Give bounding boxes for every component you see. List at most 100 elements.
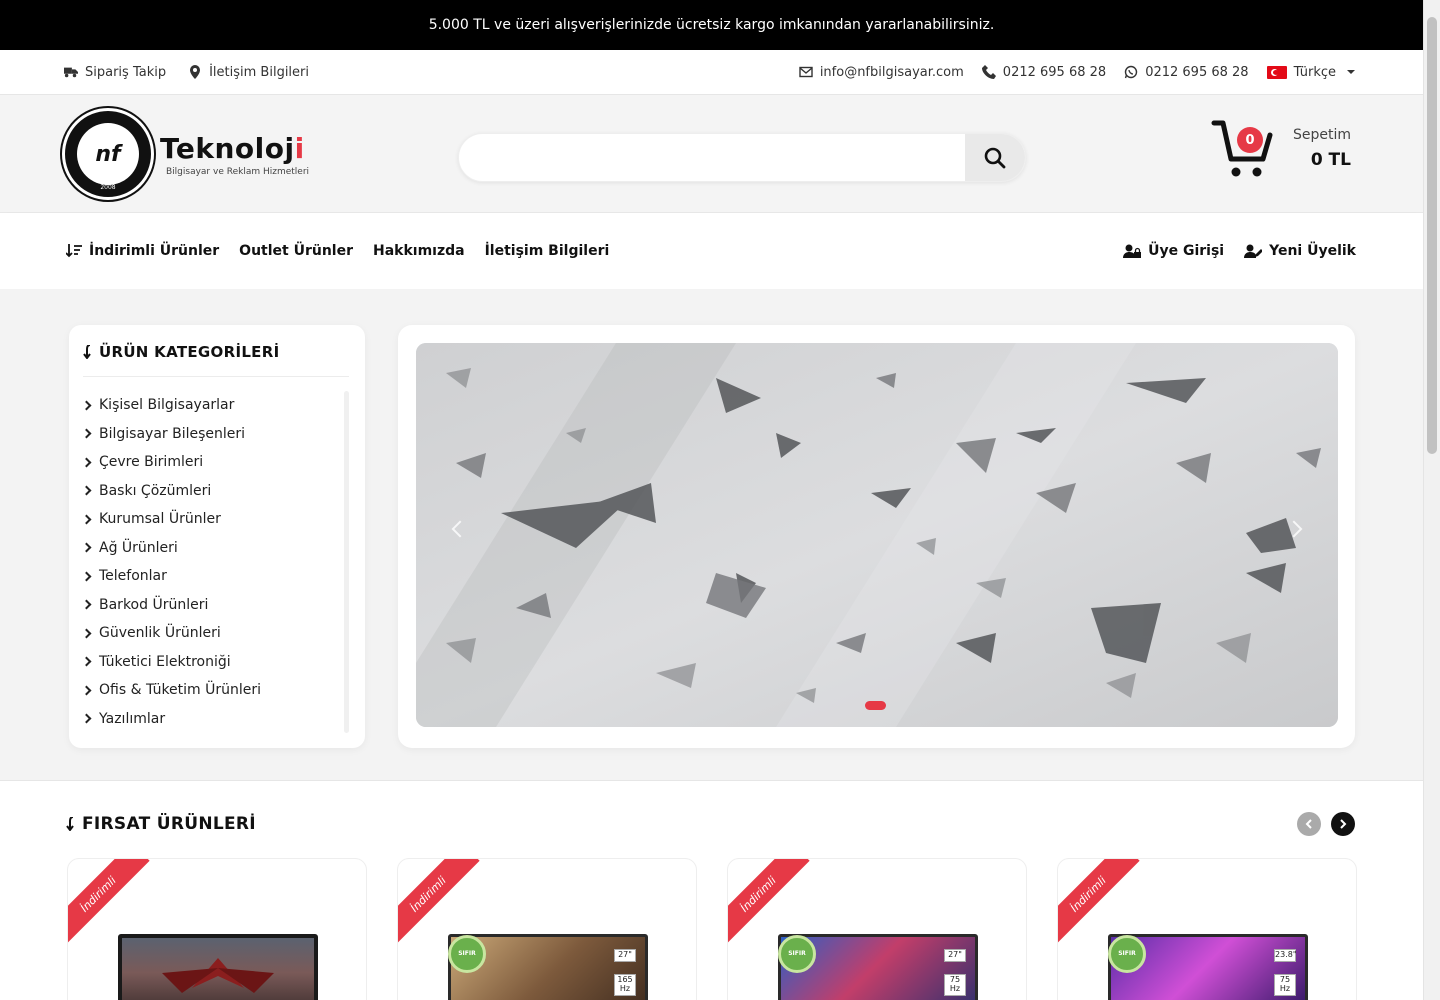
cart-widget[interactable]: 0 Sepetim 0 TL (1210, 117, 1360, 185)
user-lock-icon (1123, 244, 1142, 258)
refresh-rate-label: 165 Hz (614, 974, 636, 996)
category-item[interactable]: Ağ Ürünleri (81, 534, 261, 563)
nav-contact[interactable]: İletişim Bilgileri (485, 243, 610, 259)
arrow-down-icon (66, 817, 74, 831)
nav-item-label: Outlet Ürünler (239, 243, 353, 259)
phone-link[interactable]: 0212 695 68 28 (981, 64, 1107, 80)
user-edit-icon (1244, 244, 1263, 258)
nav-discounted-products[interactable]: İndirimli Ürünler (66, 243, 219, 259)
discount-ribbon: İndirimli (1058, 859, 1140, 946)
turkey-flag-icon (1266, 65, 1287, 79)
logo[interactable]: nf 2008 Teknoloji Bilgisayar ve Reklam H… (62, 108, 309, 200)
chevron-right-icon (1340, 819, 1347, 829)
product-card[interactable]: İndirimli SIFIR 27" 75 Hz (727, 858, 1027, 1000)
announcement-bar: 5.000 TL ve üzeri alışverişlerinizde ücr… (0, 0, 1423, 50)
new-product-seal: SIFIR (1108, 935, 1146, 973)
chevron-right-icon (81, 457, 92, 468)
deals-prev-button[interactable] (1297, 812, 1321, 836)
chevron-left-icon (1305, 819, 1312, 829)
product-image[interactable] (118, 934, 318, 1000)
page-scrollbar[interactable] (1423, 0, 1440, 1000)
nav-outlet-products[interactable]: Outlet Ürünler (239, 243, 353, 259)
email-link[interactable]: info@nfbilgisayar.com (799, 65, 964, 80)
new-product-seal: SIFIR (448, 935, 486, 973)
nav-about[interactable]: Hakkımızda (373, 243, 465, 259)
hero-slider (398, 325, 1355, 748)
chevron-right-icon (81, 485, 92, 496)
logo-name: Teknoloji (160, 132, 305, 165)
category-item[interactable]: Kurumsal Ürünler (81, 505, 261, 534)
chevron-right-icon (81, 428, 92, 439)
nav-item-label: İndirimli Ürünler (89, 243, 220, 259)
search-input[interactable] (459, 134, 965, 181)
category-item[interactable]: Tüketici Elektroniği (81, 648, 261, 677)
chevron-right-icon (81, 713, 92, 724)
category-item[interactable]: Ofis & Tüketim Ürünleri (81, 676, 261, 705)
language-selector[interactable]: Türkçe (1266, 64, 1355, 80)
discount-ribbon: İndirimli (728, 859, 810, 946)
category-scrollbar[interactable] (344, 391, 349, 733)
deals-next-button[interactable] (1331, 812, 1355, 836)
screen-size-label: 27" (944, 949, 966, 962)
new-product-seal: SIFIR (778, 935, 816, 973)
phone-text: 0212 695 68 28 (1002, 64, 1107, 80)
category-item[interactable]: Baskı Çözümleri (81, 477, 261, 506)
logo-tagline: Bilgisayar ve Reklam Hizmetleri (166, 167, 310, 177)
login-link[interactable]: Üye Girişi (1123, 243, 1224, 259)
language-label: Türkçe (1293, 64, 1336, 80)
refresh-rate-label: 75 Hz (1274, 974, 1296, 996)
chevron-right-icon (81, 599, 92, 610)
slide-image[interactable] (416, 343, 1338, 727)
logo-year: 2008 (100, 184, 116, 191)
cart-count-badge: 0 (1237, 127, 1263, 153)
category-list: Kişisel Bilgisayarlar Bilgisayar Bileşen… (81, 391, 261, 734)
whatsapp-link[interactable]: 0212 695 68 28 (1124, 64, 1249, 80)
product-card[interactable]: İndirimli (67, 858, 367, 1000)
logo-seal: nf 2008 (62, 108, 154, 200)
site-header: nf 2008 Teknoloji Bilgisayar ve Reklam H… (0, 95, 1423, 213)
search-button[interactable] (965, 134, 1025, 181)
contact-info-link[interactable]: İletişim Bilgileri (188, 65, 309, 80)
category-title: ÜRÜN KATEGORİLERİ (83, 343, 279, 361)
refresh-rate-label: 75 Hz (944, 974, 966, 996)
announcement-text: 5.000 TL ve üzeri alışverişlerinizde ücr… (428, 17, 995, 33)
terrazzo-texture (416, 343, 1338, 727)
discount-ribbon: İndirimli (398, 859, 480, 946)
deals-title: FIRSAT ÜRÜNLERİ (66, 814, 256, 834)
chevron-right-icon (81, 571, 92, 582)
nav-item-label: İletişim Bilgileri (484, 243, 610, 259)
register-link[interactable]: Yeni Üyelik (1244, 243, 1356, 259)
main-nav: İndirimli Ürünler Outlet Ürünler Hakkımı… (0, 213, 1423, 289)
category-item[interactable]: Kişisel Bilgisayarlar (81, 391, 261, 420)
envelope-icon (799, 66, 813, 78)
whatsapp-text: 0212 695 68 28 (1145, 64, 1249, 80)
product-card[interactable]: İndirimli SIFIR 23.8" 75 Hz (1057, 858, 1357, 1000)
screen-size-label: 23.8" (1274, 949, 1297, 962)
category-item[interactable]: Telefonlar (81, 562, 261, 591)
chevron-right-icon (81, 400, 92, 411)
register-label: Yeni Üyelik (1269, 243, 1356, 259)
whatsapp-icon (1124, 65, 1138, 79)
category-item[interactable]: Yazılımlar (81, 705, 261, 734)
dragon-artwork (162, 958, 274, 993)
email-text: info@nfbilgisayar.com (819, 64, 964, 80)
login-label: Üye Girişi (1148, 243, 1225, 259)
search-icon (984, 147, 1006, 168)
order-tracking-label: Sipariş Takip (85, 64, 167, 80)
slider-dot-active[interactable] (865, 701, 886, 710)
category-item[interactable]: Güvenlik Ürünleri (81, 619, 261, 648)
chevron-right-icon (81, 542, 92, 553)
category-item[interactable]: Çevre Birimleri (81, 448, 261, 477)
order-tracking-link[interactable]: Sipariş Takip (64, 65, 166, 80)
chevron-down-icon (1347, 70, 1355, 74)
category-item[interactable]: Barkod Ürünleri (81, 591, 261, 620)
phone-icon (981, 65, 996, 79)
product-card[interactable]: İndirimli SIFIR 27" 165 Hz (397, 858, 697, 1000)
category-item[interactable]: Bilgisayar Bileşenleri (81, 420, 261, 449)
scrollbar-thumb[interactable] (1427, 17, 1437, 454)
screen-size-label: 27" (614, 949, 636, 962)
category-panel: ÜRÜN KATEGORİLERİ Kişisel Bilgisayarlar … (69, 325, 365, 748)
chevron-right-icon (81, 514, 92, 525)
logo-mark: nf (77, 123, 139, 185)
divider (83, 376, 349, 377)
